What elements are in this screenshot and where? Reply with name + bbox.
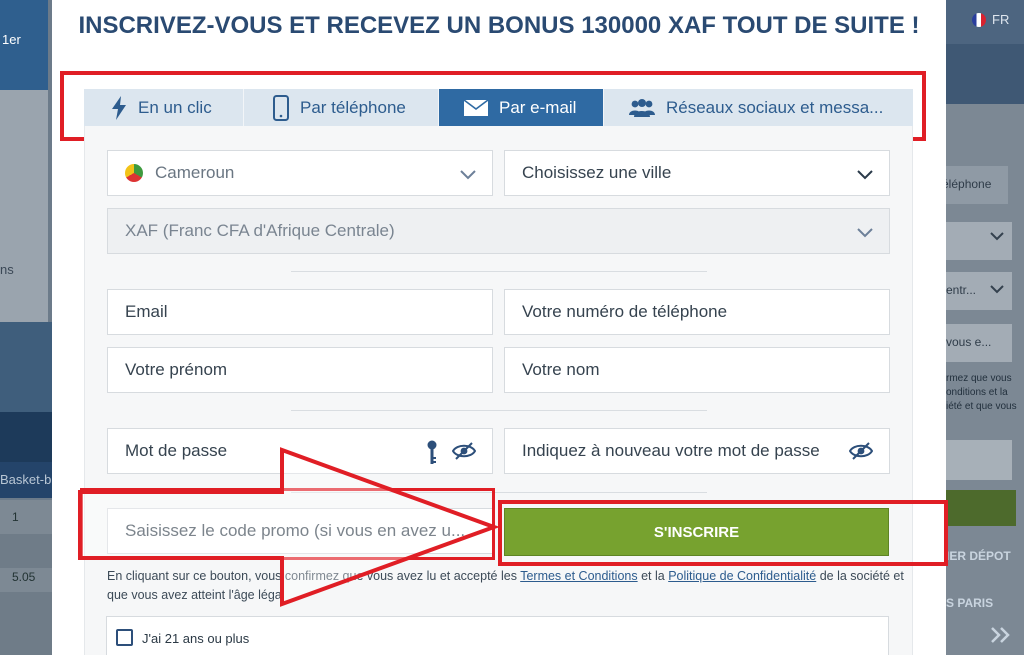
background-promo-block: 1er xyxy=(0,0,48,90)
background-odd-value: 5.05 xyxy=(12,570,36,584)
background-odd-cell-blank xyxy=(0,592,52,655)
tab-phone[interactable]: Par téléphone xyxy=(244,89,439,126)
email-field[interactable]: Email xyxy=(107,289,493,335)
privacy-link[interactable]: Politique de Confidentialité xyxy=(668,569,816,583)
register-button-label: S'INSCRIRE xyxy=(653,523,740,541)
tab-email[interactable]: Par e-mail xyxy=(439,89,604,126)
tab-social[interactable]: Réseaux sociaux et messa... xyxy=(604,89,913,126)
password-repeat-field[interactable]: Indiquez à nouveau votre mot de passe xyxy=(504,428,890,474)
password-placeholder: Mot de passe xyxy=(125,441,228,460)
password-repeat-placeholder: Indiquez à nouveau votre mot de passe xyxy=(522,441,820,460)
registration-modal: INSCRIVEZ-VOUS ET RECEVEZ UN BONUS 13000… xyxy=(52,0,948,655)
background-select xyxy=(946,222,1012,260)
background-submit-button xyxy=(946,490,1016,526)
country-select[interactable]: Cameroun xyxy=(107,150,493,196)
background-nav-row xyxy=(0,412,52,462)
background-deposit-label: IER DÉPOT xyxy=(946,549,1011,563)
background-odd-cell: 5.05 xyxy=(0,568,52,592)
divider xyxy=(291,410,707,411)
phone-icon xyxy=(272,94,290,121)
background-chevron-icon xyxy=(990,283,1004,297)
tab-label: Par téléphone xyxy=(300,97,406,117)
firstname-field[interactable]: Votre prénom xyxy=(107,347,493,393)
key-icon[interactable] xyxy=(426,440,438,471)
background-sport-tab: Basket-b xyxy=(0,462,52,498)
promo-highlight-box xyxy=(80,488,495,560)
background-select: entr... xyxy=(946,272,1012,310)
background-field xyxy=(946,440,1012,480)
chevron-down-icon xyxy=(857,223,873,243)
chevron-down-icon xyxy=(857,165,873,185)
background-odd-value: 1 xyxy=(12,510,19,524)
divider xyxy=(291,271,707,272)
city-placeholder: Choisissez une ville xyxy=(522,163,672,182)
language-label: FR xyxy=(992,12,1010,27)
background-promo-text: 1er xyxy=(2,32,21,47)
background-field: vous e... xyxy=(946,324,1012,362)
background-banner xyxy=(0,322,52,412)
city-select[interactable]: Choisissez une ville xyxy=(504,150,890,196)
registration-method-tabs: En un clic Par téléphone Par e-mail Rése… xyxy=(84,89,913,126)
tab-label: Réseaux sociaux et messa... xyxy=(666,97,884,117)
background-bets-label: S PARIS xyxy=(946,596,994,610)
tab-label: Par e-mail xyxy=(499,97,577,117)
language-selector[interactable]: FR xyxy=(972,12,1009,27)
firstname-placeholder: Votre prénom xyxy=(125,360,228,379)
legal-text: et la xyxy=(637,569,669,583)
background-card: ns xyxy=(0,90,48,322)
terms-link[interactable]: Termes et Conditions xyxy=(520,569,637,583)
age-checkbox[interactable] xyxy=(116,629,133,646)
legal-notice: En cliquant sur ce bouton, vous confirme… xyxy=(107,567,907,605)
background-legal-line: onditions et la xyxy=(946,387,1008,398)
email-placeholder: Email xyxy=(125,302,168,321)
background-chevron-icon xyxy=(990,230,1004,244)
double-chevron-right-icon xyxy=(990,626,1012,649)
background-legal-line: iété et que vous xyxy=(946,401,1017,412)
background-odd-cell-blank xyxy=(0,534,52,568)
country-value: Cameroun xyxy=(155,163,235,182)
age-confirmation: J'ai 21 ans ou plus xyxy=(106,616,889,655)
envelope-icon xyxy=(463,98,489,117)
background-left-panel: 1er ns Basket-b 1 5.05 xyxy=(0,0,52,655)
modal-title: INSCRIVEZ-VOUS ET RECEVEZ UN BONUS 13000… xyxy=(78,12,920,39)
lastname-field[interactable]: Votre nom xyxy=(504,347,890,393)
age-checkbox-label: J'ai 21 ans ou plus xyxy=(142,631,250,646)
tab-label: En un clic xyxy=(138,97,212,117)
background-legal-line: rmez que vous xyxy=(946,373,1012,384)
lightning-icon xyxy=(110,95,128,120)
background-select-label: entr... xyxy=(946,283,977,297)
background-legal-text: rmez que vous onditions et la iété et qu… xyxy=(946,372,1024,414)
cameroon-flag-icon xyxy=(125,164,143,182)
background-odd-cell: 1 xyxy=(0,500,52,534)
tab-one-click[interactable]: En un clic xyxy=(84,89,244,126)
background-field-label: vous e... xyxy=(946,335,992,349)
register-button[interactable]: S'INSCRIRE xyxy=(504,508,889,556)
background-right-panel: FR éléphone entr... vous e... rmez que v… xyxy=(946,0,1024,655)
background-subheader xyxy=(946,44,1024,104)
background-card-text: ns xyxy=(0,262,14,277)
background-tab: éléphone xyxy=(946,166,1008,204)
eye-slash-icon[interactable] xyxy=(451,442,477,465)
background-sport-tab-label: Basket-b xyxy=(0,472,52,487)
phone-field[interactable]: Votre numéro de téléphone xyxy=(504,289,890,335)
eye-slash-icon[interactable] xyxy=(848,442,874,465)
users-icon xyxy=(628,98,656,118)
password-field[interactable]: Mot de passe xyxy=(107,428,493,474)
chevron-down-icon xyxy=(460,165,476,185)
legal-text: En cliquant sur ce bouton, vous confirme… xyxy=(107,569,521,583)
background-tab-label: éléphone xyxy=(946,177,992,191)
france-flag-icon xyxy=(972,12,986,27)
currency-select[interactable]: XAF (Franc CFA d'Afrique Centrale) xyxy=(107,208,890,254)
lastname-placeholder: Votre nom xyxy=(522,360,600,379)
currency-value: XAF (Franc CFA d'Afrique Centrale) xyxy=(125,221,395,240)
phone-placeholder: Votre numéro de téléphone xyxy=(522,302,728,321)
